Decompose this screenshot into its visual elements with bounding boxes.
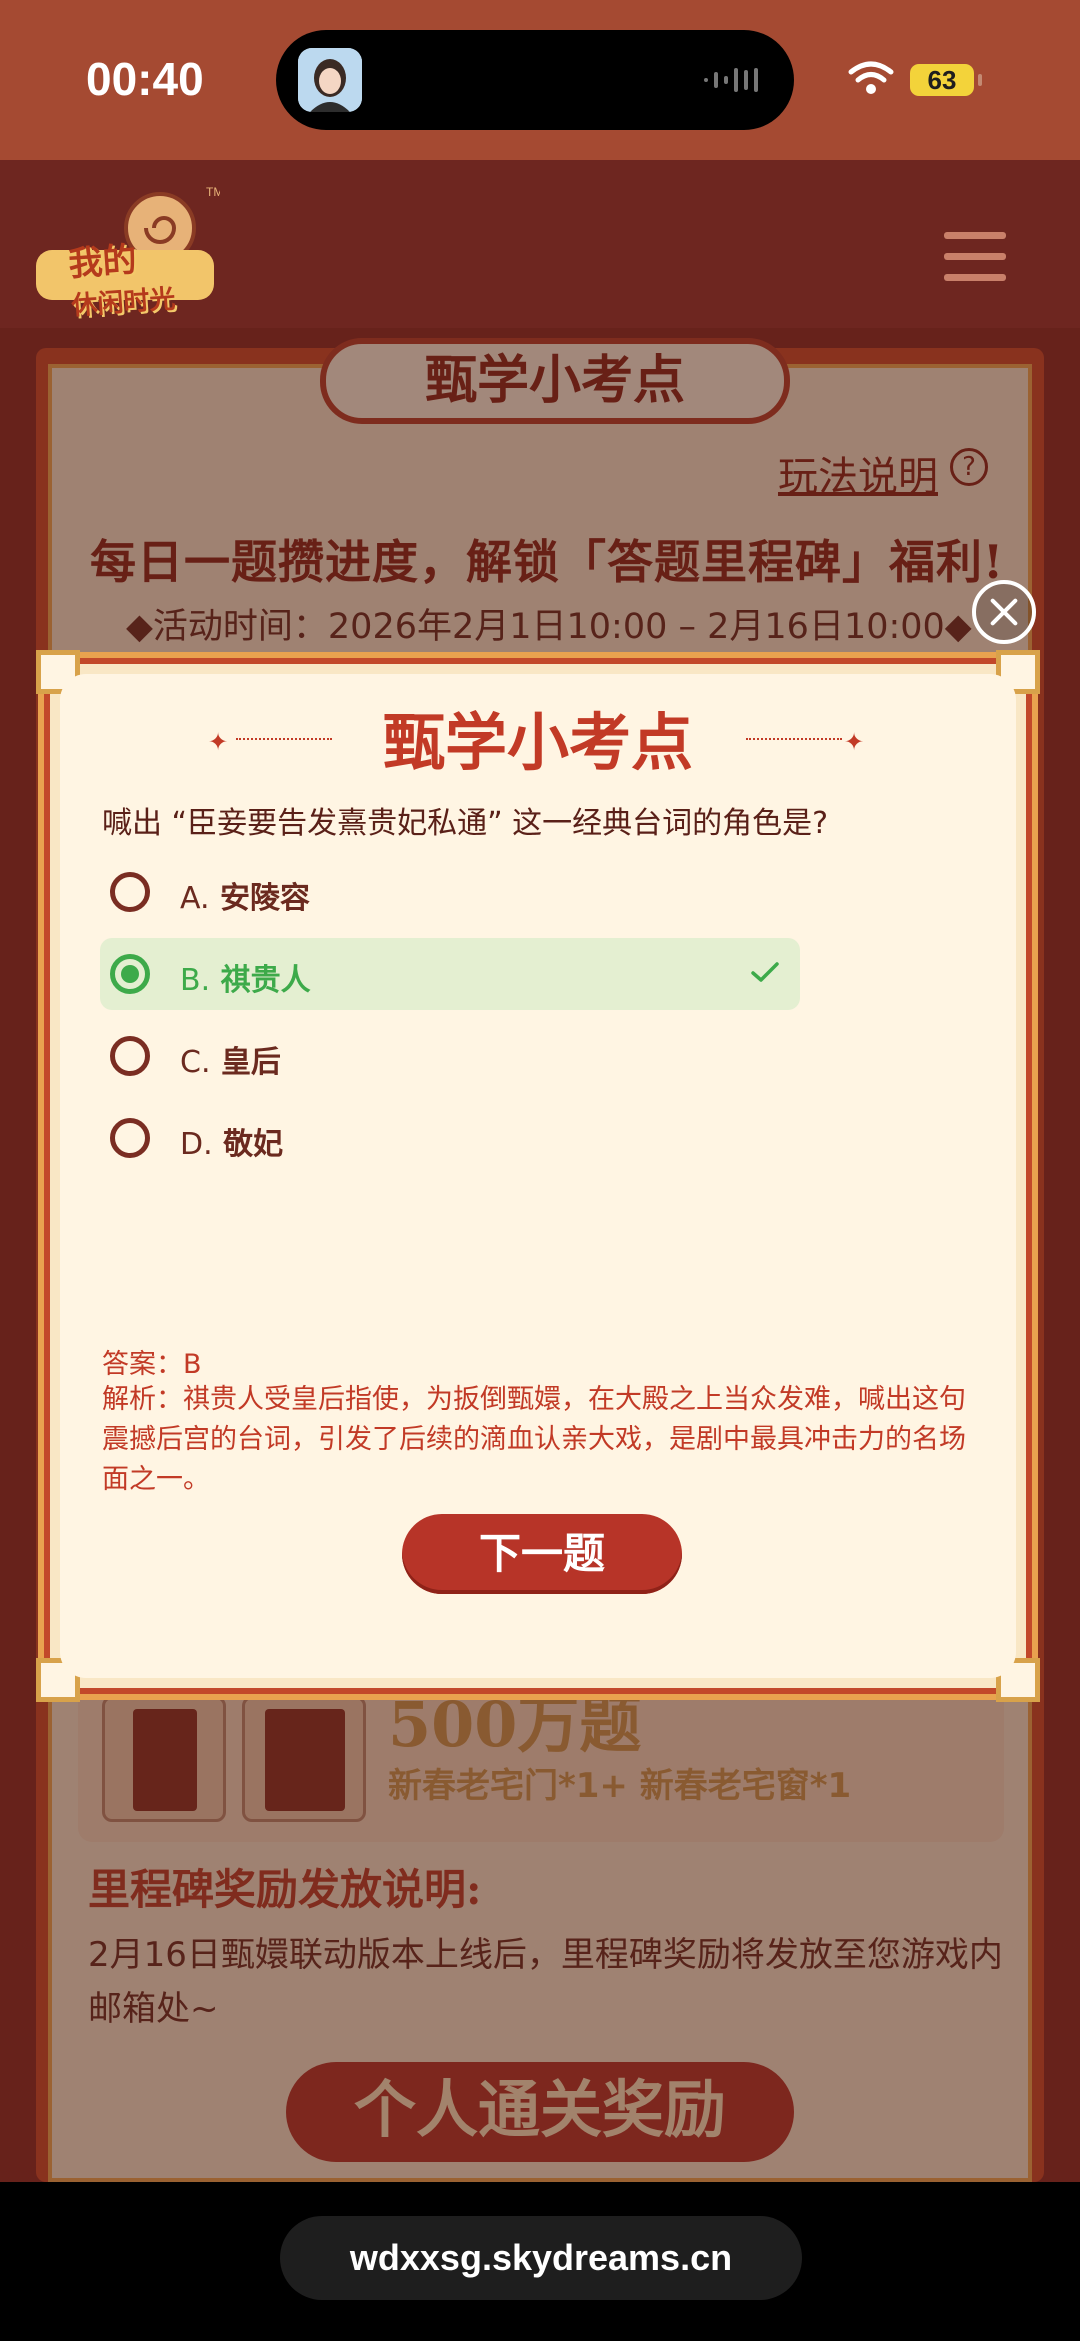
status-bar: 00:40 63	[0, 0, 1080, 160]
quiz-question: 喊出 “臣妾要告发熹贵妃私通” 这一经典台词的角色是?	[102, 806, 829, 841]
decor-flower-icon: ✦	[844, 728, 865, 756]
audio-wave-icon	[704, 68, 758, 92]
option-text: 敬妃	[223, 1127, 284, 1162]
option-letter: C.	[180, 1045, 211, 1080]
option-label: B. 祺贵人	[180, 955, 311, 999]
option-b[interactable]: B. 祺贵人	[100, 938, 800, 1010]
dynamic-island	[276, 30, 794, 130]
avatar-icon	[298, 48, 362, 112]
logo-text-line2: 休闲时光	[70, 284, 177, 322]
checkmark-icon	[751, 962, 779, 982]
option-label: D. 敬妃	[180, 1119, 283, 1163]
option-label: A. 安陵容	[180, 873, 310, 917]
quiz-title: 甄学小考点	[382, 706, 693, 779]
radio-button[interactable]	[110, 872, 150, 912]
browser-bottom-bar: wdxxsg.skydreams.cn	[0, 2182, 1080, 2341]
battery-indicator: 63	[910, 64, 982, 96]
decor-line	[746, 738, 842, 740]
option-label: C. 皇后	[180, 1037, 281, 1081]
option-text: 祺贵人	[220, 963, 311, 998]
option-text: 安陵容	[219, 881, 310, 916]
option-a[interactable]: A. 安陵容	[100, 856, 800, 928]
option-letter: D.	[180, 1127, 213, 1162]
quiz-modal: ✦ 甄学小考点 ✦ 喊出 “臣妾要告发熹贵妃私通” 这一经典台词的角色是? A.…	[36, 650, 1040, 1702]
option-d[interactable]: D. 敬妃	[100, 1102, 800, 1174]
option-letter: A.	[180, 881, 210, 916]
analysis-text: 解析：祺贵人受皇后指使，为扳倒甄嬛，在大殿之上当众发难，喊出这句震撼后宫的台词，…	[102, 1384, 966, 1495]
radio-button-selected[interactable]	[110, 954, 150, 994]
site-header: TM 我的 休闲时光	[0, 160, 1080, 328]
logo-text-line1: 我的	[67, 239, 138, 285]
close-icon[interactable]	[972, 580, 1036, 644]
radio-button[interactable]	[110, 1118, 150, 1158]
wifi-icon	[848, 61, 894, 94]
logo-text: 我的 休闲时光	[67, 236, 177, 327]
option-letter: B.	[180, 963, 211, 998]
next-question-button[interactable]: 下一题	[402, 1514, 682, 1594]
url-bar[interactable]: wdxxsg.skydreams.cn	[280, 2216, 802, 2300]
radio-button[interactable]	[110, 1036, 150, 1076]
svg-text:TM: TM	[206, 185, 220, 199]
game-logo[interactable]: TM 我的 休闲时光	[30, 180, 223, 322]
quiz-modal-body: ✦ 甄学小考点 ✦ 喊出 “臣妾要告发熹贵妃私通” 这一经典台词的角色是? A.…	[60, 674, 1016, 1678]
answer-text: 答案：B	[102, 1349, 202, 1380]
option-text: 皇后	[220, 1045, 281, 1080]
menu-icon[interactable]	[944, 232, 1006, 282]
option-c[interactable]: C. 皇后	[100, 1020, 800, 1092]
status-time: 00:40	[86, 53, 204, 105]
